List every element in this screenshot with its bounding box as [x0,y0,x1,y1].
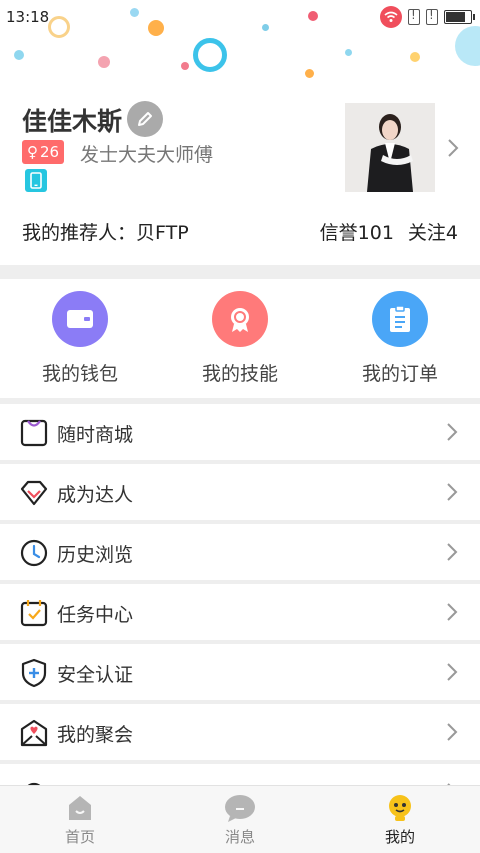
decor-ring [193,38,227,72]
wallet-label: 我的钱包 [41,363,118,385]
wallet-button[interactable]: 我的钱包 [0,291,160,386]
menu-item-security-verification[interactable]: 安全认证 [0,644,480,700]
wallet-icon [52,291,108,347]
menu-label: 随时商城 [57,424,134,446]
nav-label: 首页 [64,828,95,846]
menu-label: 任务中心 [57,604,134,626]
phone-verified-badge [25,169,47,192]
decor-dot [181,62,189,70]
skills-label: 我的技能 [201,363,278,385]
nav-home[interactable]: 首页 [0,794,160,847]
wifi-icon [380,6,402,28]
chevron-right-icon [447,423,458,441]
bottom-navigation: 首页 消息 我的 [0,785,480,853]
menu-label: 安全认证 [57,664,134,686]
clipboard-icon [372,291,428,347]
nav-profile[interactable]: 我的 [320,794,480,847]
menu-item-task-center[interactable]: 任务中心 [0,584,480,640]
quick-actions: 我的钱包 我的技能 我的订单 [0,279,480,398]
mascot-icon [389,795,411,821]
chevron-right-icon [447,663,458,681]
nav-label: 我的 [384,828,415,846]
diamond-icon [20,480,48,506]
age-value: 26 [40,143,60,161]
decor-dot [345,49,352,56]
avatar[interactable] [345,103,435,192]
edit-profile-button[interactable] [127,101,163,137]
decor-dot [410,52,420,62]
chevron-right-icon[interactable] [447,138,459,158]
home-icon [69,796,91,820]
orders-label: 我的订单 [361,363,438,385]
clock-icon [20,539,48,567]
menu-label: 我的聚会 [57,724,134,746]
menu-item-become-expert[interactable]: 成为达人 [0,464,480,520]
profile-stats: 信誉101 关注4 [320,218,458,245]
nav-label: 消息 [224,828,255,846]
menu-item-history[interactable]: 历史浏览 [0,524,480,580]
message-icon [225,795,255,822]
decor-dot [305,69,314,78]
menu-label: 成为达人 [57,484,134,506]
calendar-check-icon [20,600,48,627]
signal-icon [426,8,438,25]
profile-header: 佳佳木斯 ♀ 26 发士大夫大师傅 我的推荐人：贝FTP 信誉101 关注4 [0,0,480,265]
follow-stat[interactable]: 关注4 [408,218,458,245]
badge-icon [212,291,268,347]
chevron-right-icon [447,543,458,561]
reputation-stat[interactable]: 信誉101 [320,218,394,245]
nav-messages[interactable]: 消息 [160,794,320,847]
battery-icon [444,10,475,24]
pencil-icon [138,112,152,126]
chevron-right-icon [447,723,458,741]
avatar-photo [345,103,435,192]
menu-label: 历史浏览 [57,544,134,566]
signal-icon [408,8,420,25]
status-bar: 13:18 [0,0,480,34]
menu-item-my-gatherings[interactable]: 我的聚会 [0,704,480,760]
female-icon: ♀ [27,143,38,161]
decor-dot [98,56,110,68]
shield-icon [21,658,47,688]
chevron-right-icon [447,603,458,621]
menu-item-mall[interactable]: 随时商城 [0,404,480,460]
phone-icon [30,172,42,189]
skills-button[interactable]: 我的技能 [160,291,320,386]
user-signature: 发士大夫大师傅 [80,144,214,166]
status-time: 13:18 [6,8,50,26]
shopping-bag-icon [20,419,48,447]
chevron-right-icon [447,483,458,501]
orders-button[interactable]: 我的订单 [320,291,480,386]
referrer-text: 我的推荐人：贝FTP [22,222,189,244]
decor-dot [14,50,24,60]
gender-age-badge: ♀ 26 [22,140,65,164]
user-name: 佳佳木斯 [22,107,123,136]
envelope-heart-icon [20,719,48,747]
